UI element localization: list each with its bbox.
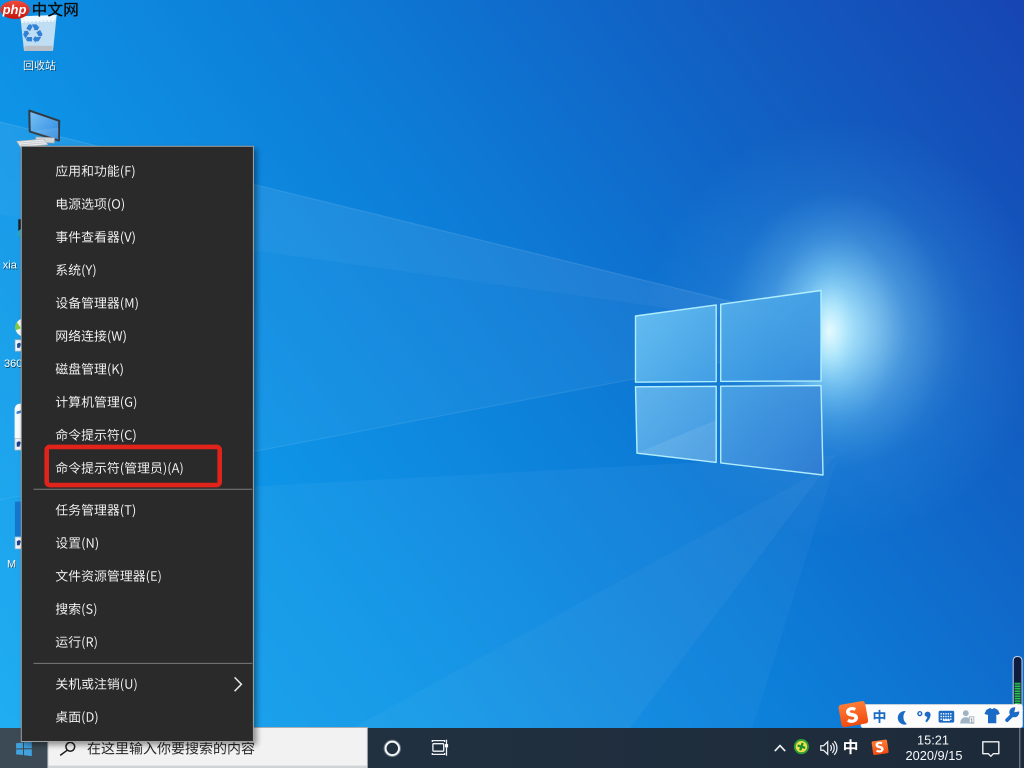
svg-text:1: 1 — [970, 718, 973, 724]
svg-text:php: php — [2, 2, 27, 17]
svg-text:2020/9/15: 2020/9/15 — [906, 748, 963, 763]
svg-text:xia: xia — [3, 260, 18, 272]
svg-text:15:21: 15:21 — [917, 732, 949, 747]
svg-text:M: M — [7, 558, 16, 570]
svg-text:360: 360 — [4, 358, 22, 370]
